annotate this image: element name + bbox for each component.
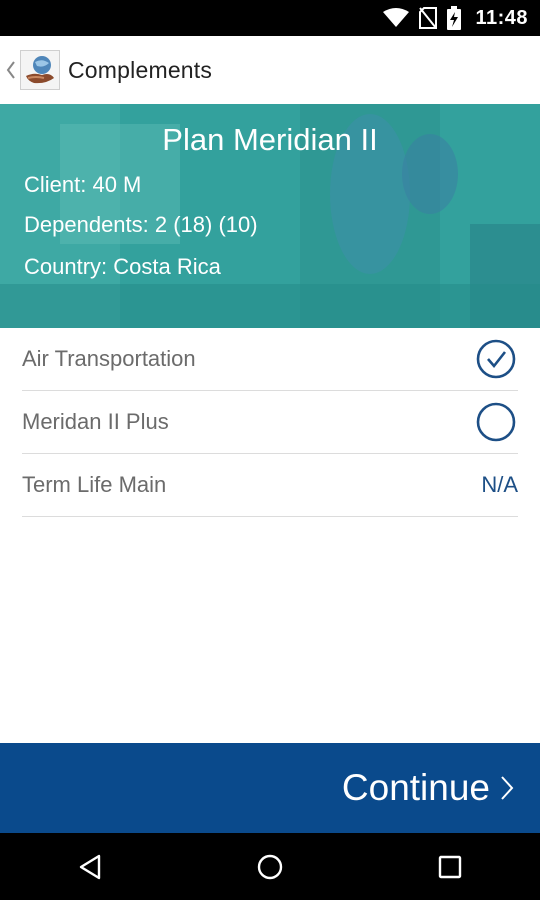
nav-recents-button[interactable] xyxy=(420,837,480,897)
complement-label: Term Life Main xyxy=(22,472,167,497)
chevron-left-icon xyxy=(6,61,15,79)
nav-home-button[interactable] xyxy=(240,837,300,897)
continue-label: Continue xyxy=(341,767,490,808)
country-info: Country: Costa Rica xyxy=(24,254,221,279)
back-triangle-icon xyxy=(79,854,101,879)
empty-circle-icon xyxy=(476,402,516,442)
app-logo-icon xyxy=(20,50,60,90)
plan-summary-banner: Plan Meridian II Client: 40 M Dependents… xyxy=(0,104,540,328)
complement-row-term-life-main: Term Life Main N/A xyxy=(22,454,518,517)
check-circle-icon xyxy=(476,339,516,379)
wifi-icon xyxy=(383,8,410,27)
not-available-value: N/A xyxy=(481,472,518,497)
complements-list: Air Transportation Meridan II Plus Term … xyxy=(0,328,540,517)
home-circle-icon xyxy=(257,854,283,879)
no-sim-icon xyxy=(419,7,438,29)
client-info: Client: 40 M xyxy=(24,172,142,197)
complement-row-meridan-ii-plus[interactable]: Meridan II Plus xyxy=(22,391,518,454)
status-time: 11:48 xyxy=(475,6,528,29)
dependents-info: Dependents: 2 (18) (10) xyxy=(24,212,258,237)
plan-title: Plan Meridian II xyxy=(162,122,378,157)
complement-label: Meridan II Plus xyxy=(22,409,169,434)
back-button[interactable] xyxy=(4,36,18,104)
checkbox-checked[interactable] xyxy=(474,337,518,381)
status-icons: 11:48 xyxy=(383,0,528,36)
nav-back-button[interactable] xyxy=(60,837,120,897)
navigation-bar xyxy=(0,833,540,900)
continue-button[interactable]: Continue xyxy=(0,743,540,833)
plan-info: Plan Meridian II Client: 40 M Dependents… xyxy=(0,104,540,328)
status-bar: 11:48 xyxy=(0,0,540,36)
complement-row-air-transportation[interactable]: Air Transportation xyxy=(22,328,518,391)
recents-square-icon xyxy=(438,855,462,878)
battery-charging-icon xyxy=(447,6,462,30)
complement-label: Air Transportation xyxy=(22,346,196,371)
checkbox-unchecked[interactable] xyxy=(474,400,518,444)
page-title: Complements xyxy=(68,56,213,83)
app-bar: Complements xyxy=(0,36,540,104)
chevron-right-icon xyxy=(501,776,514,800)
